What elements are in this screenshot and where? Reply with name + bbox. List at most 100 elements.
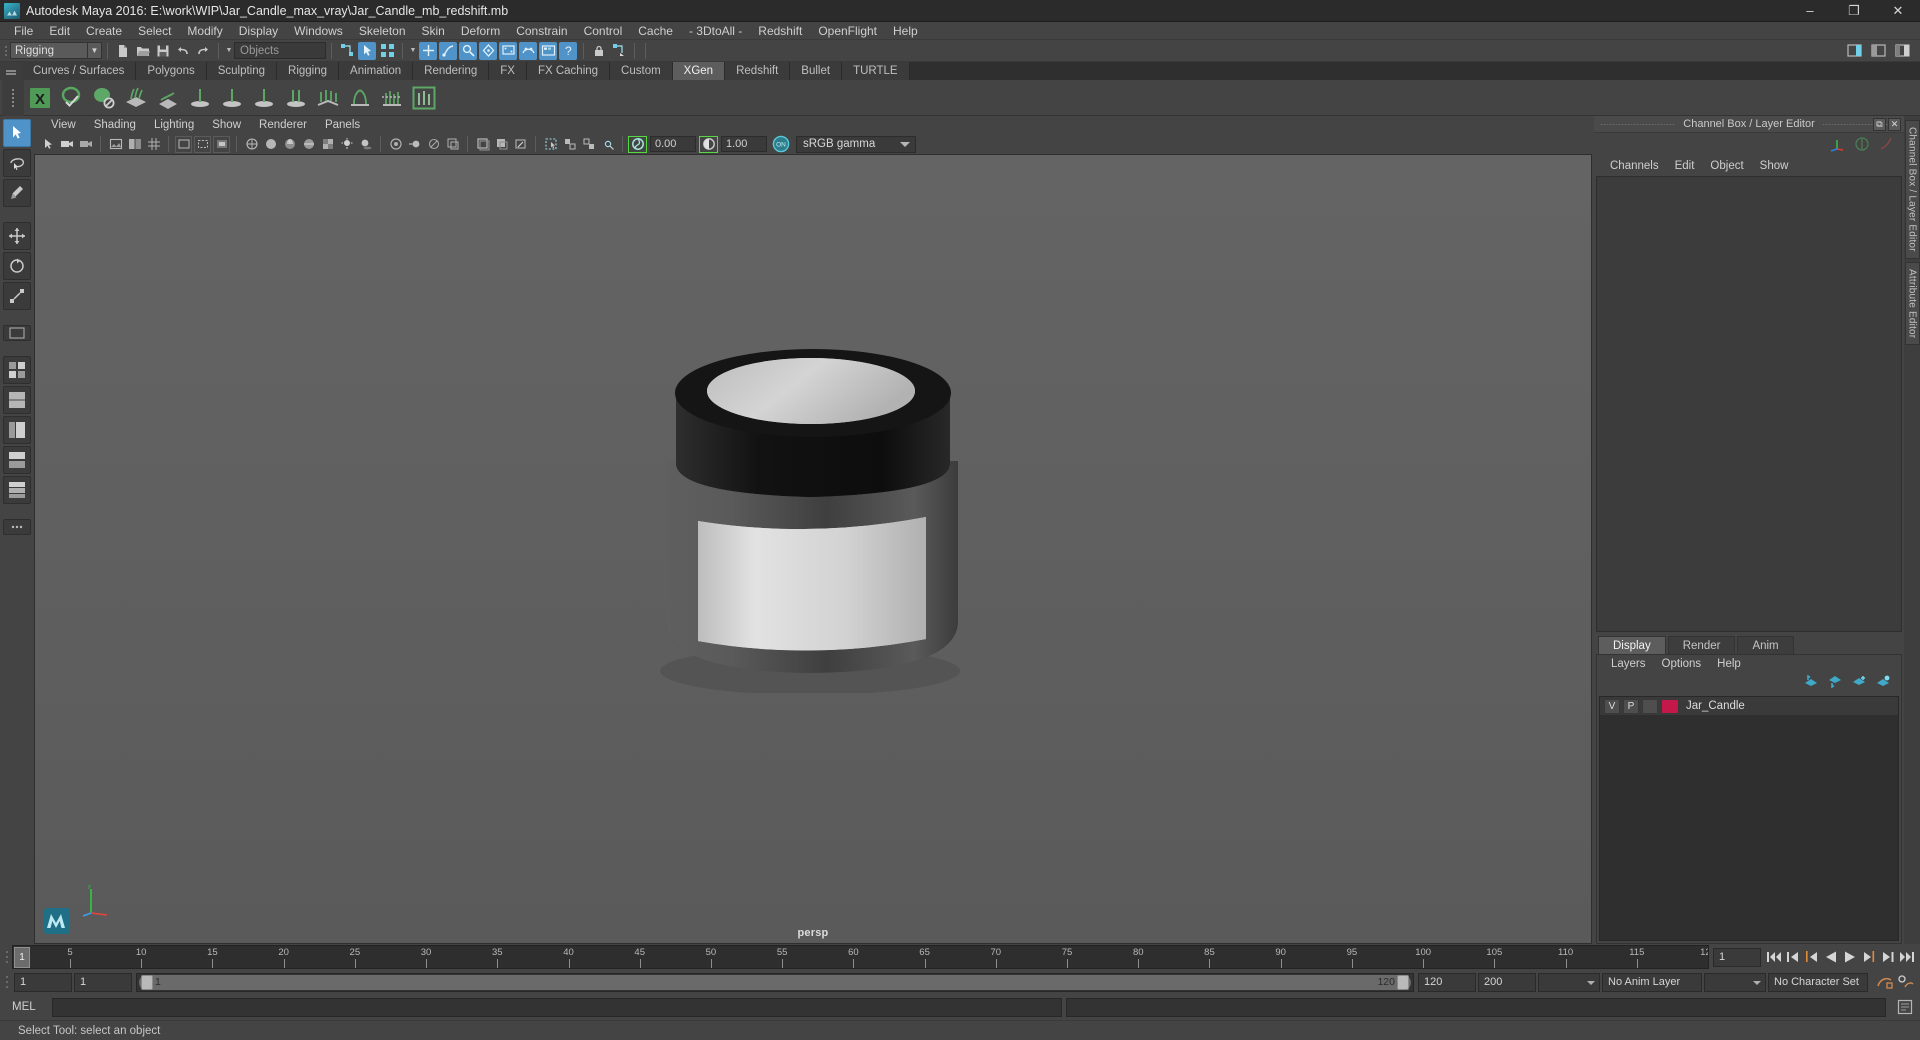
- isolate-add-icon[interactable]: [580, 136, 597, 153]
- layer-tab-display[interactable]: Display: [1598, 636, 1666, 654]
- wireframe-icon[interactable]: [243, 136, 260, 153]
- shelf-tab-rendering[interactable]: Rendering: [413, 62, 490, 80]
- menu-file[interactable]: File: [6, 22, 41, 40]
- menu-redshift[interactable]: Redshift: [750, 22, 810, 40]
- menu-edit[interactable]: Edit: [41, 22, 78, 40]
- jar-candle-model[interactable]: [658, 341, 968, 696]
- range-start-handle[interactable]: [141, 974, 153, 990]
- shelf-tab-curves-surfaces[interactable]: Curves / Surfaces: [22, 62, 137, 80]
- channel-box-content[interactable]: [1596, 176, 1902, 632]
- layer-menu-layers[interactable]: Layers: [1603, 658, 1654, 670]
- persp-viewport[interactable]: y persp: [34, 154, 1592, 944]
- xgen-patches-icon[interactable]: [121, 83, 151, 113]
- menu-constrain[interactable]: Constrain: [508, 22, 575, 40]
- show-attribute-editor-icon[interactable]: [1845, 42, 1863, 60]
- script-editor-icon[interactable]: [1896, 997, 1914, 1017]
- viewport-menu-show[interactable]: Show: [203, 119, 250, 131]
- layer-name[interactable]: Jar_Candle: [1686, 700, 1745, 712]
- shape-channels-icon[interactable]: [1854, 136, 1870, 155]
- shelf-tab-polygons[interactable]: Polygons: [136, 62, 207, 80]
- move-layer-down-icon[interactable]: [1828, 675, 1843, 691]
- shelf-tab-xgen[interactable]: XGen: [672, 62, 726, 80]
- attribute-editor-icon[interactable]: [610, 42, 628, 60]
- layer-playback-toggle[interactable]: P: [1623, 698, 1639, 714]
- layer-tab-anim[interactable]: Anim: [1737, 636, 1794, 654]
- xgen-move-guide-icon[interactable]: [217, 83, 247, 113]
- select-tool-icon[interactable]: [3, 119, 31, 147]
- new-layer-from-selected-icon[interactable]: [1876, 675, 1891, 691]
- current-frame-field[interactable]: 1: [1713, 947, 1761, 967]
- statusline-grip[interactable]: [2, 42, 10, 60]
- step-back-frame-icon[interactable]: [1784, 947, 1802, 967]
- time-slider-grip[interactable]: [2, 946, 12, 968]
- character-set-chevron[interactable]: [1704, 972, 1766, 992]
- gamma-value-field[interactable]: 1.00: [721, 136, 767, 152]
- layer-reference-toggle[interactable]: [1642, 698, 1658, 714]
- shelf-tab-grip[interactable]: [0, 62, 22, 80]
- xgen-clump-icon[interactable]: [345, 83, 375, 113]
- last-tool-icon[interactable]: [3, 325, 31, 341]
- layer-list[interactable]: V P Jar_Candle: [1599, 696, 1899, 941]
- menu-windows[interactable]: Windows: [286, 22, 351, 40]
- render-settings-icon[interactable]: ?: [559, 41, 577, 60]
- menu-set-selector[interactable]: Rigging: [10, 42, 88, 59]
- layout-outliner-icon[interactable]: [3, 416, 31, 444]
- snap-chevron-icon[interactable]: ▼: [408, 47, 418, 54]
- smooth-shade-icon[interactable]: [262, 136, 279, 153]
- color-management-on-icon[interactable]: ON: [771, 135, 791, 153]
- motion-blur-icon[interactable]: [406, 136, 423, 153]
- xgen-create-description-icon[interactable]: [57, 83, 87, 113]
- anim-layer-selector[interactable]: No Anim Layer: [1602, 972, 1702, 992]
- layout-hypershade-icon[interactable]: [3, 476, 31, 504]
- snap-to-view-plane-icon[interactable]: [499, 41, 517, 60]
- animation-end-time-field[interactable]: 200: [1478, 972, 1536, 992]
- shelf-tab-bullet[interactable]: Bullet: [790, 62, 843, 80]
- save-disk-icon[interactable]: [154, 42, 172, 60]
- render-view-icon[interactable]: [539, 41, 557, 60]
- auto-keyframe-icon[interactable]: [1876, 972, 1894, 992]
- viewport-menu-panels[interactable]: Panels: [316, 119, 369, 131]
- two-panes-icon[interactable]: [126, 136, 143, 153]
- menu-openflight[interactable]: OpenFlight: [810, 22, 885, 40]
- camera-attributes-icon[interactable]: [58, 136, 75, 153]
- new-layer-icon[interactable]: [1852, 675, 1867, 691]
- shelf-tab-custom[interactable]: Custom: [610, 62, 673, 80]
- bookmark-icon[interactable]: [77, 136, 94, 153]
- selection-mask-field[interactable]: Objects: [234, 42, 326, 59]
- layer-visibility-toggle[interactable]: V: [1604, 698, 1620, 714]
- shelf-tab-rigging[interactable]: Rigging: [277, 62, 340, 80]
- show-channel-box-icon[interactable]: [1893, 42, 1911, 60]
- paint-select-tool-icon[interactable]: [3, 179, 31, 207]
- minimize-button[interactable]: –: [1788, 0, 1832, 22]
- play-backwards-icon[interactable]: [1822, 947, 1840, 967]
- snap-to-curve-icon[interactable]: [439, 41, 457, 60]
- layer-menu-options[interactable]: Options: [1654, 658, 1710, 670]
- color-management-select[interactable]: sRGB gamma: [796, 135, 916, 153]
- light-manipulator-icon[interactable]: [599, 136, 616, 153]
- vtab-attribute-editor[interactable]: Attribute Editor: [1904, 261, 1920, 346]
- go-to-end-icon[interactable]: [1898, 947, 1916, 967]
- channel-box-menu-show[interactable]: Show: [1752, 160, 1797, 172]
- exposure-icon[interactable]: [628, 135, 647, 153]
- layout-more-icon[interactable]: [3, 519, 31, 535]
- gamma-icon[interactable]: [699, 135, 718, 153]
- xgen-window-icon[interactable]: X: [25, 83, 55, 113]
- undo-arrow-icon[interactable]: [174, 42, 192, 60]
- step-forward-frame-icon[interactable]: [1879, 947, 1897, 967]
- character-set-selector[interactable]: No Character Set: [1768, 972, 1868, 992]
- selection-mask-chevron-icon[interactable]: ▼: [224, 47, 234, 54]
- close-icon[interactable]: ✕: [1888, 118, 1901, 131]
- channel-box-menu-edit[interactable]: Edit: [1667, 160, 1703, 172]
- resolution-gate-icon[interactable]: [194, 135, 211, 153]
- range-slider-inner[interactable]: 1 120: [139, 974, 1411, 990]
- viewport-menu-renderer[interactable]: Renderer: [250, 119, 316, 131]
- time-slider-cursor[interactable]: 1: [14, 947, 30, 968]
- menu-select[interactable]: Select: [130, 22, 179, 40]
- xgen-add-guide-icon[interactable]: [185, 83, 215, 113]
- vtab-channel-box-layer-editor[interactable]: Channel Box / Layer Editor: [1904, 120, 1920, 259]
- grid-toggle-icon[interactable]: [145, 136, 162, 153]
- menu-display[interactable]: Display: [231, 22, 286, 40]
- select-object-icon[interactable]: [358, 41, 376, 60]
- shadows-icon[interactable]: [357, 136, 374, 153]
- menu-skin[interactable]: Skin: [414, 22, 453, 40]
